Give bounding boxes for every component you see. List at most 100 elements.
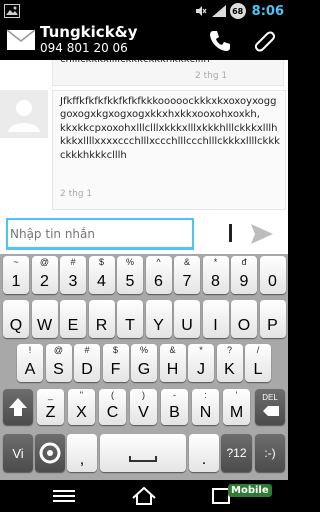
key-b[interactable]: -B bbox=[161, 389, 188, 425]
key-y[interactable]: Y bbox=[145, 300, 172, 338]
key-secondary-label: ! bbox=[28, 345, 32, 355]
language-key[interactable]: Vi bbox=[3, 434, 33, 472]
key-3[interactable]: #3 bbox=[60, 256, 86, 294]
space-key[interactable] bbox=[100, 434, 186, 472]
key-secondary-label: _ bbox=[47, 390, 53, 400]
delete-key[interactable]: DEL bbox=[255, 389, 285, 425]
key-g[interactable]: % G bbox=[131, 344, 157, 382]
key-secondary-label: # bbox=[70, 257, 76, 267]
compose-bar bbox=[0, 216, 288, 254]
key-a[interactable]: ! A bbox=[17, 344, 43, 382]
signal-icon bbox=[211, 4, 226, 18]
paperclip-icon bbox=[254, 31, 276, 52]
key-f[interactable]: $ F bbox=[102, 344, 129, 382]
key-label: L bbox=[253, 361, 263, 378]
key-0[interactable]: 0 bbox=[259, 256, 286, 294]
key-label: 8 bbox=[211, 273, 220, 290]
key-label: O bbox=[237, 317, 251, 334]
gallery-notification-icon bbox=[4, 3, 20, 18]
contact-avatar[interactable] bbox=[0, 90, 48, 138]
gear-icon bbox=[39, 442, 61, 464]
key-7[interactable]: & 7 bbox=[174, 256, 200, 294]
battery-indicator: 68 bbox=[229, 3, 246, 19]
attach-button[interactable] bbox=[252, 28, 278, 54]
key-x[interactable]: " X bbox=[68, 389, 95, 425]
key-q[interactable]: Q bbox=[3, 300, 29, 338]
send-button[interactable] bbox=[249, 222, 275, 246]
message-thread[interactable]: chlllckkkxllllckkkckkkhkkkclllh 2 thg 1 … bbox=[0, 60, 288, 216]
key-label: F bbox=[110, 361, 121, 378]
key-label: Y bbox=[153, 317, 164, 334]
phone-icon bbox=[210, 31, 230, 51]
key-o[interactable]: O bbox=[231, 300, 257, 338]
key-9[interactable]: đ9 bbox=[231, 256, 257, 294]
key-m[interactable]: ' M bbox=[223, 389, 250, 425]
key-n[interactable]: :N bbox=[192, 389, 219, 425]
key-k[interactable]: ? K bbox=[216, 344, 243, 382]
period-key[interactable]: . bbox=[189, 434, 219, 472]
key-secondary-label: @ bbox=[53, 345, 64, 355]
key-d[interactable]: # D bbox=[74, 344, 100, 382]
key-i[interactable]: I bbox=[202, 300, 229, 338]
key-label: H bbox=[166, 361, 179, 378]
key-secondary-label: đ bbox=[241, 257, 247, 267]
key-z[interactable]: _ Z bbox=[37, 389, 64, 425]
message-text: chlllckkkxllllckkkckkkhkkkclllh bbox=[60, 60, 280, 66]
key-secondary-label: $ bbox=[112, 345, 118, 355]
key-label: E bbox=[67, 317, 79, 334]
key-r[interactable]: R bbox=[88, 300, 115, 338]
key-secondary-label: - bbox=[173, 390, 176, 400]
key-secondary-label: ( bbox=[111, 390, 114, 400]
message-text: Jfkffkfkfkfkkfkfkfkkkooooockkkxkxoxoyxog… bbox=[60, 96, 280, 161]
key-t[interactable]: T bbox=[117, 300, 143, 338]
key-j[interactable]: * J bbox=[188, 344, 214, 382]
symbols-key[interactable]: ?12 bbox=[221, 434, 252, 472]
key-8[interactable]: * 8 bbox=[202, 256, 229, 294]
key-h[interactable]: & H bbox=[159, 344, 186, 382]
key-u[interactable]: U bbox=[174, 300, 200, 338]
home-button[interactable] bbox=[130, 484, 158, 508]
key-e[interactable]: E bbox=[60, 300, 86, 338]
key-secondary-label: ~ bbox=[13, 257, 19, 267]
key-label: U bbox=[181, 317, 193, 334]
key-label: M bbox=[229, 404, 244, 421]
key-label: V bbox=[138, 404, 149, 421]
key-label: P bbox=[267, 317, 278, 334]
settings-key[interactable] bbox=[35, 434, 65, 472]
key-v[interactable]: ) V bbox=[130, 389, 157, 425]
symbols-label: ?12 bbox=[226, 446, 247, 460]
key-1[interactable]: ~1 bbox=[3, 256, 29, 294]
comma-key[interactable]: , bbox=[67, 434, 97, 472]
key-label: J bbox=[197, 361, 205, 378]
key-2[interactable]: @2 bbox=[31, 256, 58, 294]
key-c[interactable]: (C bbox=[99, 389, 126, 425]
backspace-icon bbox=[263, 406, 279, 416]
key-6[interactable]: ^ 6 bbox=[145, 256, 172, 294]
call-button[interactable] bbox=[207, 28, 233, 54]
key-label: S bbox=[53, 361, 64, 378]
key-p[interactable]: P bbox=[259, 300, 286, 338]
emoticon-label: :-) bbox=[264, 446, 276, 460]
contact-name[interactable]: Tungkick&y bbox=[40, 23, 138, 41]
message-time: 2 thg 1 bbox=[60, 189, 93, 199]
key-secondary-label: / bbox=[256, 345, 260, 355]
key-label: 5 bbox=[125, 273, 135, 290]
key-label: I bbox=[213, 317, 218, 334]
key-4[interactable]: $4 bbox=[88, 256, 115, 294]
key-5[interactable]: % 5 bbox=[117, 256, 143, 294]
menu-button[interactable] bbox=[50, 484, 78, 508]
key-s[interactable]: @ S bbox=[45, 344, 72, 382]
key-label: G bbox=[137, 361, 151, 378]
key-secondary-label: ^ bbox=[156, 257, 161, 267]
conversation-header: Tungkick&y 094 801 20 06 bbox=[0, 22, 288, 60]
key-w[interactable]: W bbox=[31, 300, 58, 338]
shift-key[interactable] bbox=[3, 389, 33, 425]
key-label: 2 bbox=[40, 273, 49, 290]
send-icon bbox=[251, 224, 273, 244]
language-label: Vi bbox=[12, 446, 24, 461]
key-l[interactable]: / L bbox=[245, 344, 271, 382]
comma-label: , bbox=[79, 451, 85, 468]
emoticon-key[interactable]: :-) bbox=[255, 434, 285, 472]
message-time: 2 thg 1 bbox=[195, 71, 228, 81]
message-input[interactable] bbox=[6, 218, 194, 250]
